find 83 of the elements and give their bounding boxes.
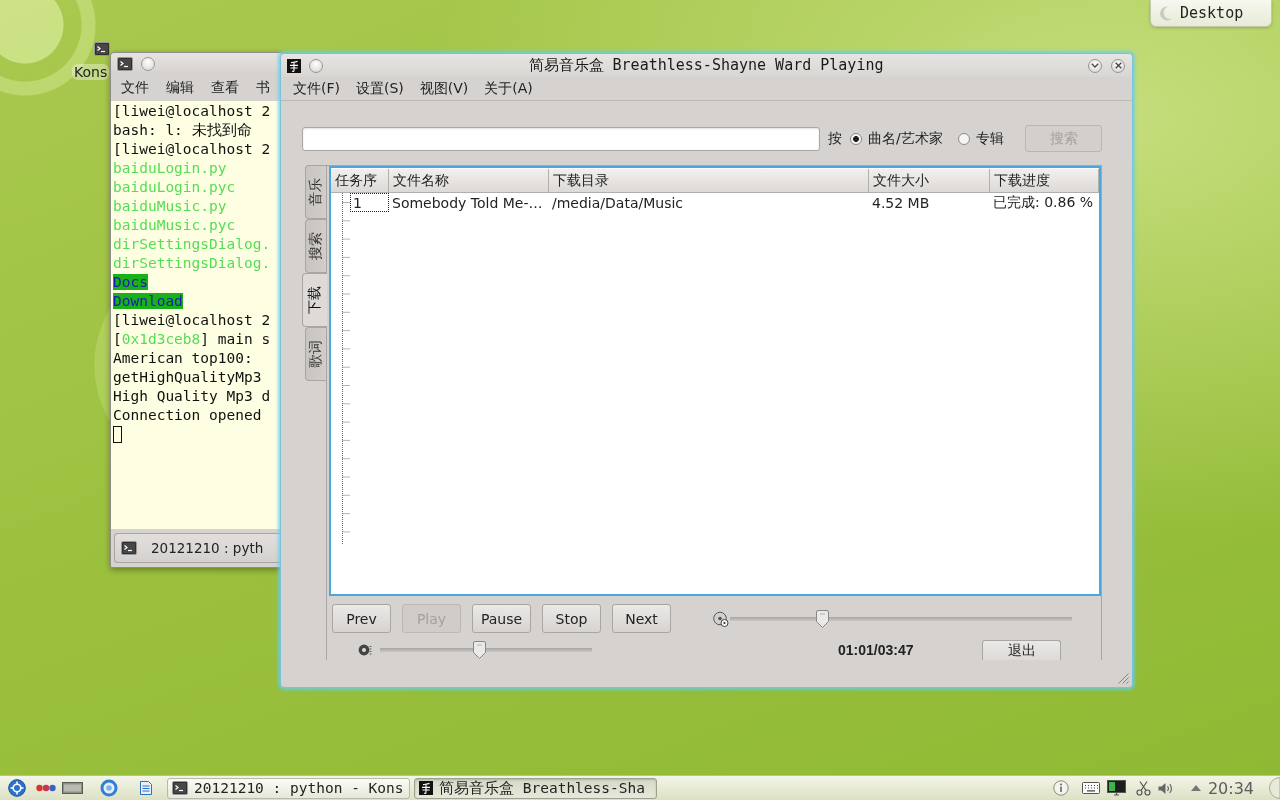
terminal-line: High Quality Mp3 d [113,387,271,406]
table-cell-text: Somebody Told Me-… [391,194,544,211]
resize-grip-icon[interactable] [1118,673,1129,684]
side-tab[interactable]: 歌词 [305,327,326,381]
scissors-icon[interactable] [1135,780,1151,796]
terminal-tab[interactable]: 20121210 : pyth [114,533,283,563]
time-label: 01:01/03:47 [838,642,914,658]
slider-thumb[interactable] [815,609,829,628]
search-by-label: 按 [828,129,842,148]
column-header[interactable]: 下载目录 [549,169,869,193]
terminal-line: American top100: [113,349,253,368]
terminal-line: Connection opened [113,406,262,425]
disc-play-icon [713,610,729,627]
radio-option[interactable]: 专辑 [957,129,1004,148]
menu-item[interactable]: 文件 [121,78,149,97]
monitor-icon[interactable] [1106,780,1126,796]
keyboard-icon[interactable] [1081,782,1100,794]
menu-item[interactable]: 查看 [211,78,239,97]
terminal-line: [liwei@localhost 2 [113,311,271,330]
terminal-icon [121,541,137,555]
playback-button[interactable]: Prev [332,604,391,633]
volume-icon [358,643,372,657]
terminal-line: baiduMusic.pyc [113,216,236,235]
minimize-button[interactable] [1088,58,1102,73]
column-header[interactable]: 任务序 [331,169,389,193]
menu-item[interactable]: 文件(F) [293,79,340,98]
playback-button[interactable]: Stop [542,604,601,633]
desktop-icon-label[interactable]: Kons [72,64,110,80]
table-cell-text: 4.52 MB [871,194,931,211]
menu-item[interactable]: 关于(A) [484,79,533,98]
terminal-line: baiduMusic.py [113,197,227,216]
title-bar-button[interactable] [141,56,155,71]
menu-item[interactable]: 编辑 [166,78,194,97]
table-cell-text: 已完成: 0.86 % [992,193,1095,212]
side-tab[interactable]: 搜索 [305,219,326,273]
crosshair-icon[interactable] [8,779,26,797]
menu-item[interactable]: 设置(S) [356,79,404,98]
menu-item[interactable]: 视图(V) [419,79,469,98]
table-cell-text: /media/Data/Music [551,194,685,211]
terminal-line: dirSettingsDialog. [113,254,271,273]
close-button[interactable] [1111,58,1125,73]
app-logo-icon [287,58,301,73]
info-icon[interactable] [1052,780,1069,796]
table-cell: 1 [350,193,389,212]
volume-icon[interactable] [1157,781,1173,795]
taskbar-task[interactable]: 简易音乐盒 Breathless-Sha [414,777,657,799]
terminal-line: getHighQualityMp3 [113,368,262,387]
dots-icon[interactable] [36,784,56,792]
column-header[interactable]: 文件名称 [389,169,549,193]
column-header[interactable]: 下载进度 [990,169,1099,193]
crescent-icon [1159,5,1173,21]
close-icon [1114,62,1122,69]
title-bar-button[interactable] [309,58,323,73]
taskbar-task[interactable]: 20121210 : python - Kons [167,777,410,799]
terminal-line: dirSettingsDialog. [113,235,271,254]
terminal-icon [117,56,133,71]
radio-option[interactable]: 曲名/艺术家 [850,129,943,148]
document-icon[interactable] [140,781,152,795]
terminal-icon [172,781,188,795]
clock: 20:34 [1207,778,1254,798]
window-title: 简易音乐盒 Breathless-Shayne Ward Playing [528,56,884,75]
column-header[interactable]: 文件大小 [869,169,990,193]
desktop-button[interactable]: Desktop [1150,0,1272,27]
menu-item[interactable]: 书 [256,78,270,97]
side-tab[interactable]: 音乐 [305,165,326,219]
app-logo-icon [419,781,433,795]
ring-icon[interactable] [100,779,118,797]
caret-up-icon[interactable] [1190,785,1201,791]
slider-thumb[interactable] [473,641,487,659]
terminal-line: baiduLogin.pyc [113,178,236,197]
window-icon[interactable] [62,782,83,794]
chevron-down-icon [1091,63,1099,68]
terminal-line: bash: l: 未找到命 [113,121,252,140]
quit-button[interactable]: 退出 [982,640,1061,660]
playback-button[interactable]: Next [612,604,671,633]
terminal-line: baiduLogin.py [113,159,227,178]
terminal-icon[interactable] [94,42,110,56]
terminal-line: [0x1d3ceb8] main s [113,330,271,349]
side-tab[interactable]: 下载 [302,273,327,327]
search-field[interactable] [302,126,820,151]
terminal-line: [liwei@localhost 2 [113,102,271,121]
terminal-line: [liwei@localhost 2 [113,140,271,159]
playback-button[interactable]: Pause [472,604,531,633]
